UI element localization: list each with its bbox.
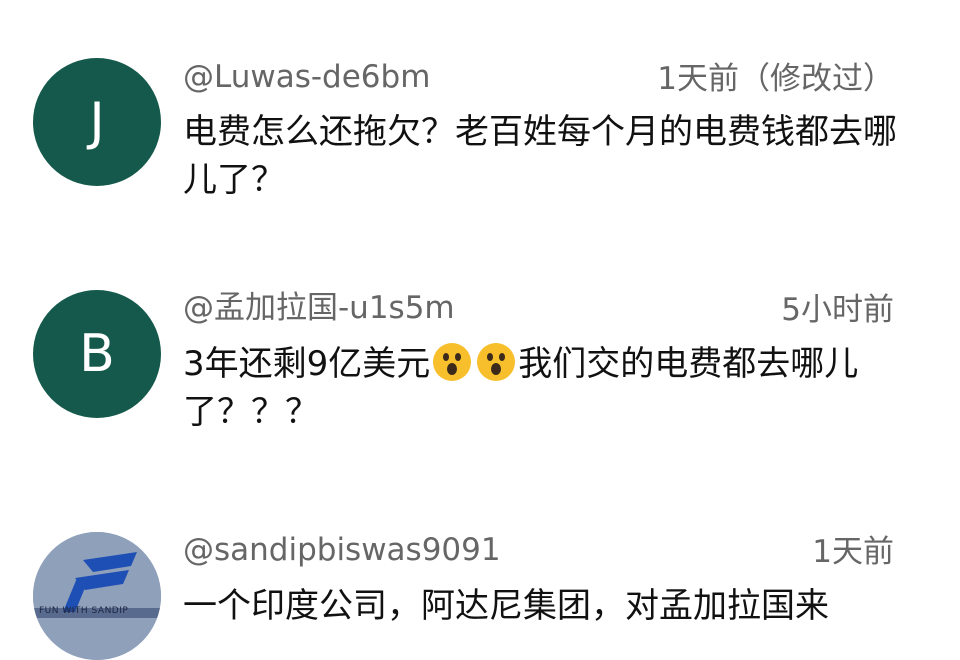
avatar[interactable]: J (33, 58, 161, 186)
comment-text-part: 3年还剩9亿美元 (183, 344, 431, 384)
comment-username[interactable]: @sandipbiswas9091 (183, 532, 501, 568)
comment-text: 3年还剩9亿美元 我们交的电费都去哪儿了？？？ (183, 340, 903, 436)
channel-logo-icon (33, 532, 161, 660)
avatar[interactable]: FUN WITH SANDIP (33, 532, 161, 660)
comment-username[interactable]: @孟加拉国-u1s5m (183, 290, 455, 326)
astonished-face-icon (477, 343, 516, 381)
avatar-letter: B (79, 324, 115, 384)
comment-username[interactable]: @Luwas-de6bm (183, 59, 430, 95)
comment-text: 电费怎么还拖欠？老百姓每个月的电费钱都去哪儿了？ (183, 112, 897, 200)
comment-timestamp: 1天前（修改过） (657, 61, 894, 97)
channel-logo-text: FUN WITH SANDIP (39, 606, 129, 616)
astonished-face-icon (433, 343, 472, 381)
avatar-letter: J (89, 92, 105, 152)
comment-timestamp: 1天前 (812, 534, 894, 570)
comment-timestamp: 5小时前 (781, 292, 894, 328)
comment-text: 一个印度公司，阿达尼集团，对孟加拉国来 (183, 586, 829, 626)
avatar[interactable]: B (33, 290, 161, 418)
